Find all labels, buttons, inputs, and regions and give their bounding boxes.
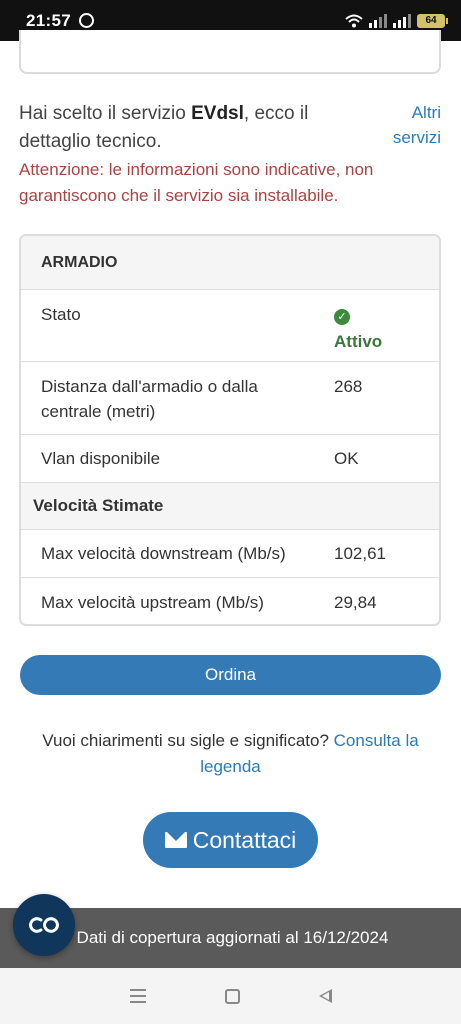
row-label: Max velocità upstream (Mb/s): [41, 592, 264, 612]
home-icon[interactable]: [224, 988, 240, 1004]
row-label: Vlan disponibile: [41, 449, 161, 468]
speed-section-title: Velocità Stimate: [21, 483, 439, 530]
intro-prefix: Hai scelto il servizio: [19, 103, 192, 124]
contact-button[interactable]: Contattaci: [143, 812, 318, 868]
table-row: Vlan disponibile OK: [21, 435, 439, 483]
order-button[interactable]: Ordina: [20, 655, 441, 695]
row-label: Distanza dall'armadio o dalla centrale (…: [41, 377, 258, 421]
contact-label: Contattaci: [192, 826, 297, 853]
wifi-icon: [345, 14, 363, 27]
help-question: Vuoi chiarimenti su sigle e significato?: [42, 731, 334, 750]
row-value: 268: [334, 377, 363, 396]
back-icon[interactable]: [318, 989, 332, 1003]
chat-fab[interactable]: [13, 894, 75, 956]
signal-icon: [369, 13, 387, 28]
whatsapp-icon: [78, 13, 94, 28]
status-value: Attivo: [334, 332, 383, 351]
table-row: Distanza dall'armadio o dalla centrale (…: [21, 362, 439, 435]
table-row: Max velocità downstream (Mb/s) 102,61: [21, 530, 439, 578]
service-intro: Hai scelto il servizio EVdsl, ecco il de…: [19, 100, 379, 156]
envelope-icon: [164, 832, 187, 848]
infinity-icon: [29, 917, 59, 933]
table-row: Max velocità upstream (Mb/s) 29,84: [21, 578, 439, 624]
row-value: OK: [334, 449, 359, 468]
battery-level: 64: [425, 14, 437, 26]
row-label: Stato: [41, 305, 81, 324]
warning-text: Attenzione: le informazioni sono indicat…: [19, 160, 374, 205]
status-icons: 64: [345, 13, 448, 28]
signal-icon-2: [393, 13, 411, 28]
battery-icon: 64: [417, 13, 448, 28]
panel-title: ARMADIO: [21, 236, 439, 290]
check-circle-icon: ✓: [334, 309, 350, 325]
cabinet-panel: ARMADIO Stato ✓ Attivo Distanza dall'arm…: [19, 234, 441, 626]
previous-card: [19, 30, 441, 74]
row-value: ✓ Attivo: [334, 290, 439, 361]
row-value: 29,84: [334, 592, 377, 612]
system-nav-bar: [0, 968, 461, 1024]
row-label: Max velocità downstream (Mb/s): [41, 544, 286, 563]
row-value: 102,61: [334, 544, 386, 563]
table-row: Stato ✓ Attivo: [21, 290, 439, 362]
help-text: Vuoi chiarimenti su sigle e significato?…: [20, 728, 441, 780]
service-name: EVdsl: [191, 103, 244, 124]
status-time: 21:57: [26, 10, 71, 30]
other-services-link[interactable]: Altri servizi: [381, 100, 441, 150]
recent-apps-icon[interactable]: [129, 989, 146, 1003]
